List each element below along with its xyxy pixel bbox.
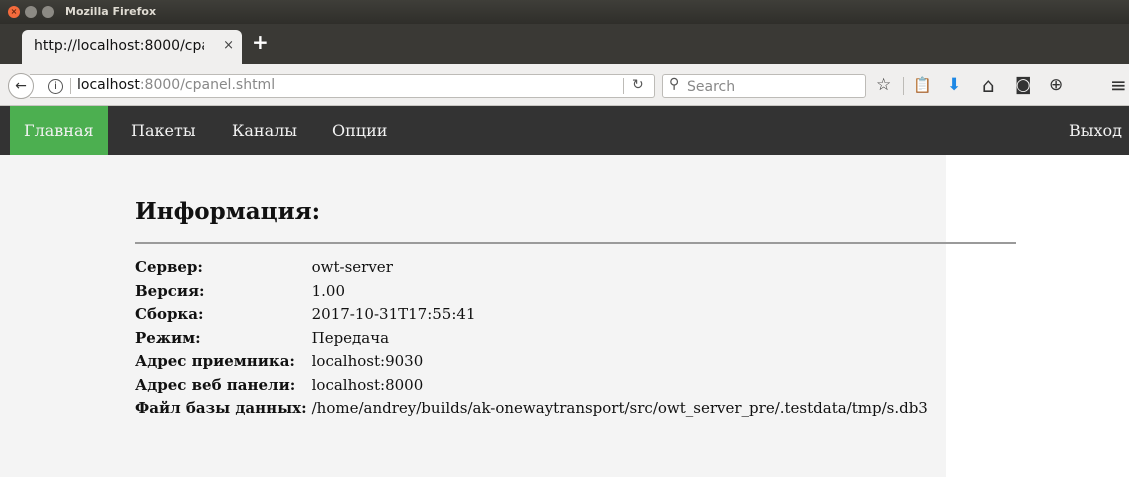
info-row-receiver-address: Адрес приемника: localhost:9030 (135, 350, 932, 374)
info-key: Версия: (135, 281, 205, 300)
site-nav: Главная Пакеты Каналы Опции Выход (0, 106, 1129, 155)
bookmark-star-icon[interactable]: ☆ (876, 75, 891, 95)
tab-cpanel[interactable]: http://localhost:8000/cpa × (22, 30, 242, 64)
window-close-icon[interactable]: × (8, 6, 20, 18)
info-key: Сборка: (135, 305, 204, 323)
downloads-icon[interactable]: ⬇ (947, 75, 961, 95)
info-row-web-panel-address: Адрес веб панели: localhost:8000 (135, 374, 932, 398)
info-key: Адрес приемника: (135, 352, 295, 370)
info-row-server: Сервер: owt-server (135, 256, 932, 280)
info-row-version: Версия: 1.00 (135, 280, 932, 304)
new-tab-button[interactable]: + (252, 32, 269, 52)
info-row-mode: Режим: Передача (135, 327, 932, 351)
menu-icon[interactable]: ≡ (1110, 75, 1127, 95)
window-maximize-icon[interactable] (42, 6, 54, 18)
search-input[interactable] (685, 76, 859, 98)
info-key: Адрес веб панели: (135, 375, 296, 394)
info-row-build: Сборка: 2017-10-31T17:55:41 (135, 303, 932, 327)
info-value: 1.00 (311, 281, 346, 300)
nav-item-options[interactable]: Опции (318, 106, 401, 155)
url-host: localhost (77, 77, 140, 93)
info-key: Сервер: (135, 258, 203, 276)
nav-item-packets[interactable]: Пакеты (117, 106, 210, 155)
reload-icon[interactable]: ↻ (632, 77, 644, 93)
reload-divider (623, 78, 624, 94)
window-minimize-icon[interactable] (25, 6, 37, 18)
back-button[interactable]: ← (8, 73, 34, 99)
url-text[interactable]: localhost:8000/cpanel.shtml (77, 77, 275, 93)
url-path: :8000/cpanel.shtml (139, 77, 276, 93)
nav-item-channels[interactable]: Каналы (218, 106, 311, 155)
toolbar-divider (903, 77, 904, 95)
tab-label: http://localhost:8000/cpa (34, 38, 204, 54)
page-content: Главная Пакеты Каналы Опции Выход Информ… (0, 106, 1129, 477)
window-title: Mozilla Firefox (65, 5, 157, 18)
window-titlebar: × Mozilla Firefox (0, 0, 1129, 24)
info-value: localhost:8000 (311, 375, 424, 394)
home-icon[interactable]: ⌂ (982, 75, 995, 95)
nav-item-logout[interactable]: Выход (1055, 106, 1129, 155)
site-info-icon[interactable]: i (48, 79, 63, 94)
info-key: Режим: (135, 328, 201, 347)
pocket-icon[interactable]: ◙ (1015, 75, 1032, 95)
globe-icon[interactable]: ⊕ (1049, 75, 1063, 95)
info-table: Сервер: owt-server Версия: 1.00 Сборка: … (135, 256, 932, 421)
url-divider (70, 78, 71, 94)
page-title: Информация: (135, 198, 321, 225)
search-icon: ⚲ (669, 76, 680, 92)
info-value: localhost:9030 (311, 352, 424, 370)
tab-strip: http://localhost:8000/cpa × + (0, 24, 1129, 64)
info-value: owt-server (311, 258, 393, 276)
info-value: /home/andrey/builds/ak-onewaytransport/s… (311, 399, 928, 417)
info-value: Передача (311, 328, 390, 347)
info-value: 2017-10-31T17:55:41 (311, 305, 476, 323)
info-key: Файл базы данных: (135, 399, 307, 417)
info-row-database-file: Файл базы данных: /home/andrey/builds/ak… (135, 397, 932, 421)
search-box[interactable]: ⚲ (662, 74, 866, 98)
nav-item-home[interactable]: Главная (10, 106, 108, 155)
url-bar[interactable]: i localhost:8000/cpanel.shtml ↻ (30, 74, 655, 98)
reading-list-icon[interactable]: 📋 (913, 75, 932, 95)
title-divider (135, 242, 1016, 244)
browser-navbar: i localhost:8000/cpanel.shtml ↻ ← ⚲ ☆ 📋 … (0, 64, 1129, 106)
tab-close-icon[interactable]: × (223, 38, 234, 53)
back-arrow-icon: ← (15, 78, 27, 94)
